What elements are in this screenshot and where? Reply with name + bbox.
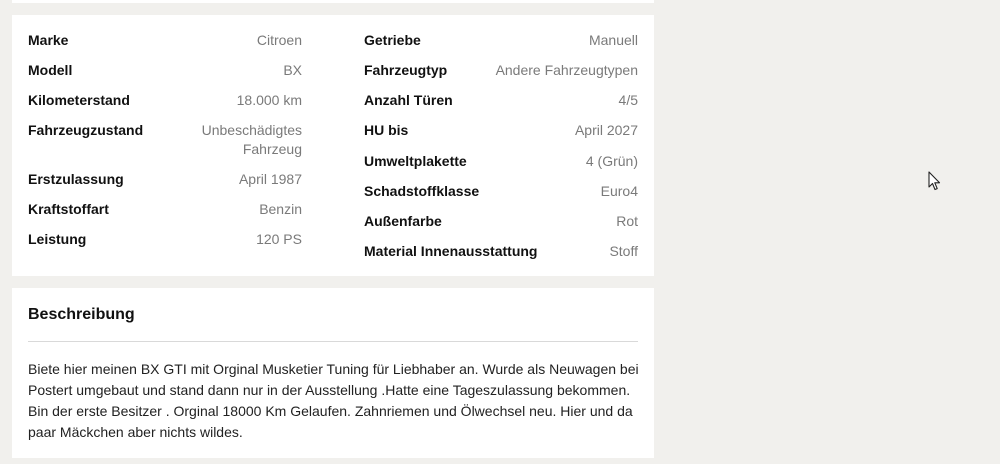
- detail-value: Andere Fahrzeugtypen: [495, 62, 638, 78]
- detail-label: Anzahl Türen: [364, 92, 453, 108]
- detail-value: Unbeschädigtes Fahrzeug: [201, 122, 302, 157]
- detail-value: 4/5: [618, 92, 638, 108]
- detail-value: Rot: [616, 213, 638, 229]
- detail-label: Modell: [28, 62, 73, 78]
- vehicle-details-card: Marke Citroen Modell BX Kilometerstand 1…: [12, 15, 654, 276]
- detail-value: Stoff: [609, 243, 638, 259]
- detail-label: Marke: [28, 32, 69, 48]
- detail-label: Material Innenausstattung: [364, 243, 538, 259]
- detail-label: HU bis: [364, 122, 409, 138]
- detail-label: Kraftstoffart: [28, 201, 109, 217]
- detail-value: Citroen: [256, 32, 302, 48]
- detail-label: Getriebe: [364, 32, 421, 48]
- description-text: Biete hier meinen BX GTI mit Orginal Mus…: [28, 361, 639, 440]
- description-title: Beschreibung: [28, 306, 135, 323]
- detail-label: Kilometerstand: [28, 92, 130, 108]
- detail-label: Umweltplakette: [364, 153, 467, 169]
- detail-value: Euro4: [600, 183, 638, 199]
- detail-value: Benzin: [259, 201, 302, 217]
- previous-card-edge: [12, 0, 654, 3]
- description-card: Beschreibung Biete hier meinen BX GTI mi…: [12, 288, 654, 458]
- description-divider: [28, 341, 638, 342]
- detail-value: April 2027: [574, 122, 638, 138]
- detail-label: Erstzulassung: [28, 171, 124, 187]
- detail-label: Schadstoffklasse: [364, 183, 480, 199]
- mouse-pointer-icon: [928, 171, 942, 191]
- detail-value: BX: [283, 62, 302, 78]
- detail-label: Fahrzeugtyp: [364, 62, 448, 78]
- detail-value: April 1987: [238, 171, 302, 187]
- detail-label: Fahrzeugzustand: [28, 122, 144, 138]
- detail-value: 120 PS: [256, 231, 302, 247]
- detail-label: Leistung: [28, 231, 87, 247]
- detail-label: Außenfarbe: [364, 213, 442, 229]
- detail-value: 18.000 km: [236, 92, 302, 108]
- detail-value: Manuell: [588, 32, 638, 48]
- detail-value: 4 (Grün): [585, 153, 638, 169]
